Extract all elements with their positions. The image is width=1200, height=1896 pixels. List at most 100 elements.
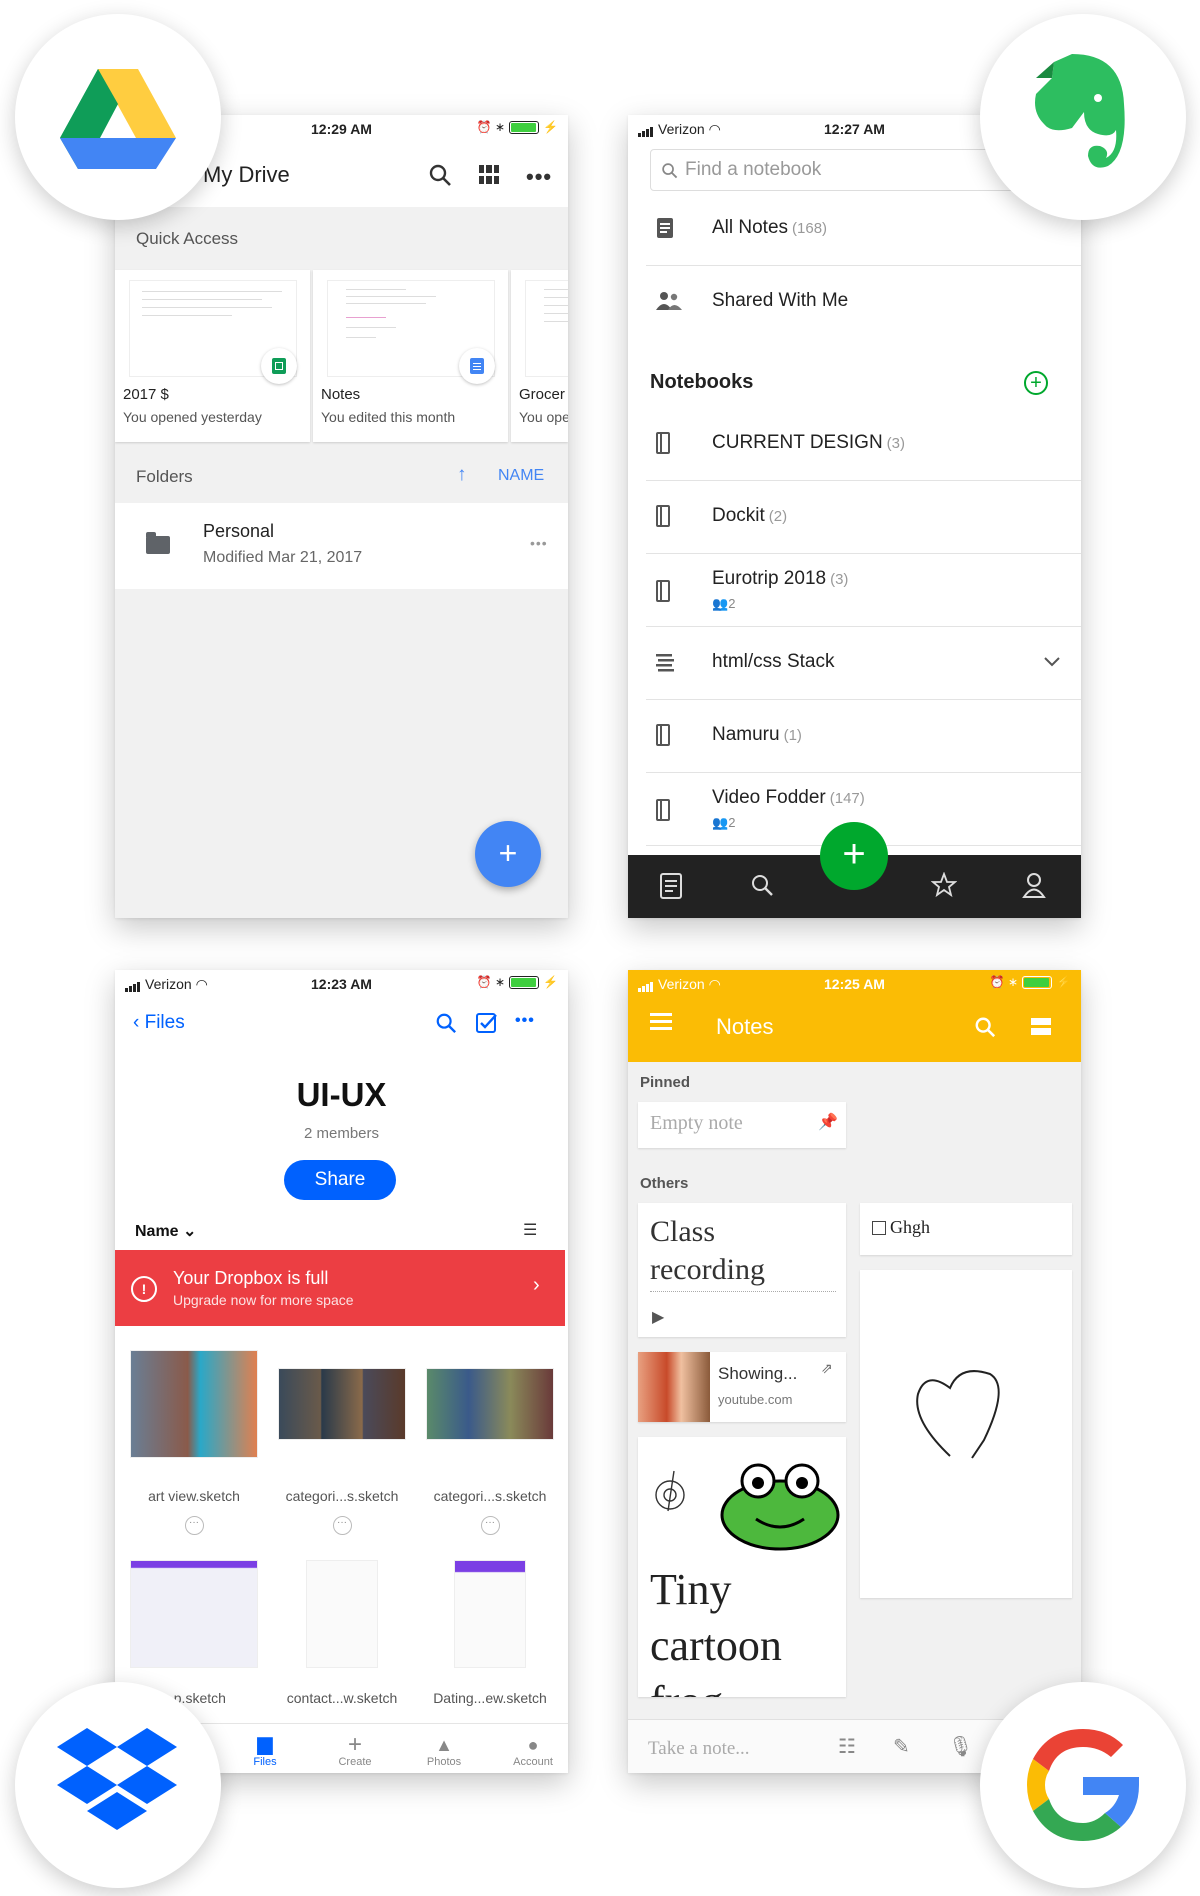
file-more-icon[interactable]: ··· xyxy=(332,1516,352,1535)
more-icon[interactable]: ••• xyxy=(515,1012,535,1030)
sort-arrow-icon[interactable]: ↑ xyxy=(457,464,467,486)
tab-photos[interactable]: ▲ Photos xyxy=(404,1735,484,1768)
file-thumbnail xyxy=(278,1368,406,1440)
audio-note-card[interactable]: Class recording ▶ xyxy=(638,1203,846,1337)
file-more-icon[interactable]: ··· xyxy=(184,1516,204,1535)
page-title: Notes xyxy=(716,1014,774,1039)
shared-with-me-label: Shared With Me xyxy=(712,290,849,311)
back-label: Files xyxy=(144,1012,185,1033)
google-keep-phone: Verizon ◠ 12:25 AM ⏰ ∗ ⚡ Notes Pinned Emp… xyxy=(628,970,1081,1773)
search-icon[interactable] xyxy=(974,1016,996,1038)
list-view-icon[interactable]: ☰ xyxy=(523,1220,537,1240)
pen-icon[interactable]: ✎ xyxy=(893,1734,910,1759)
docs-icon xyxy=(459,348,495,384)
back-button[interactable]: ‹ Files xyxy=(133,1012,185,1034)
file-thumbnail xyxy=(454,1560,526,1668)
add-notebook-icon[interactable]: + xyxy=(1024,371,1048,395)
file-activity: You opened yesterday xyxy=(123,409,262,425)
new-note-button[interactable]: + xyxy=(820,822,888,890)
google-drive-logo xyxy=(15,14,221,220)
evernote-logo xyxy=(980,14,1186,220)
file-activity: You edited this month xyxy=(321,409,456,425)
notebook-icon xyxy=(656,724,670,746)
all-notes-row[interactable]: All Notes (168) xyxy=(646,193,1081,266)
share-button[interactable]: Share xyxy=(284,1160,396,1200)
more-icon[interactable]: ••• xyxy=(526,164,552,190)
banner-subtitle: Upgrade now for more space xyxy=(173,1292,354,1308)
checkbox-icon[interactable] xyxy=(872,1221,886,1235)
select-icon[interactable] xyxy=(476,1012,498,1034)
account-icon: ● xyxy=(527,1735,539,1755)
shared-people-icon: 👥 xyxy=(712,815,729,830)
search-icon[interactable] xyxy=(428,163,452,192)
file-thumbnail xyxy=(130,1350,258,1458)
microphone-icon[interactable]: 🎙 xyxy=(948,1734,973,1759)
tab-account[interactable]: ● Account xyxy=(493,1735,568,1768)
storage-full-banner[interactable]: ! Your Dropbox is full Upgrade now for m… xyxy=(115,1250,565,1326)
link-title: Showing... xyxy=(718,1364,798,1383)
star-tab-icon[interactable] xyxy=(931,872,957,898)
sketch-note-card[interactable] xyxy=(860,1270,1072,1598)
account-tab-icon[interactable] xyxy=(1022,872,1046,898)
tab-files[interactable]: ▆ Files xyxy=(225,1731,305,1768)
page-title: My Drive xyxy=(203,162,290,187)
play-icon[interactable]: ▶ xyxy=(652,1307,664,1327)
alert-icon: ! xyxy=(131,1276,157,1302)
quick-access-card[interactable]: Grocer You ope xyxy=(511,270,568,442)
chevron-down-icon[interactable] xyxy=(1044,657,1060,667)
status-icons: ⏰ ∗ ⚡ xyxy=(476,120,558,134)
file-name: 2017 $ xyxy=(123,386,169,403)
menu-icon[interactable] xyxy=(650,1013,672,1016)
link-thumbnail xyxy=(638,1352,710,1422)
file-name: contact...w.sketch xyxy=(286,1690,398,1706)
pin-icon[interactable]: 📌 xyxy=(818,1112,838,1132)
note-title: Tiny cartoon frog xyxy=(650,1565,782,1697)
link-note-card[interactable]: Showing... youtube.com ⇗ xyxy=(638,1352,846,1422)
doodle-drawing xyxy=(655,1470,685,1512)
quick-access-card[interactable]: Notes You edited this month xyxy=(313,270,508,442)
view-toggle-icon[interactable] xyxy=(1031,1018,1051,1025)
notebook-icon xyxy=(656,580,670,602)
search-icon[interactable] xyxy=(435,1012,457,1034)
notebook-row[interactable]: Eurotrip 2018 (3) 👥2 xyxy=(646,554,1081,627)
notes-tab-icon[interactable] xyxy=(660,873,682,899)
notebook-name: Dockit xyxy=(712,505,765,526)
heart-drawing xyxy=(916,1370,1000,1459)
note-icon xyxy=(657,218,673,238)
notebook-row[interactable]: Dockit (2) xyxy=(646,481,1081,554)
fab-add-button[interactable]: + xyxy=(475,821,541,887)
search-tab-icon[interactable] xyxy=(750,873,774,897)
search-placeholder: Find a notebook xyxy=(685,159,822,180)
notebook-stack-row[interactable]: html/css Stack xyxy=(646,627,1081,700)
file-item[interactable]: categori...s.sketch ··· xyxy=(416,1350,564,1535)
notebook-row[interactable]: CURRENT DESIGN (3) xyxy=(646,408,1081,481)
open-link-icon[interactable]: ⇗ xyxy=(821,1360,833,1377)
pinned-note-card[interactable]: Empty note 📌 xyxy=(638,1102,846,1148)
sort-button[interactable]: NAME xyxy=(498,467,544,485)
google-logo xyxy=(980,1682,1186,1888)
search-icon xyxy=(662,163,678,179)
file-item[interactable]: Dating...ew.sketch xyxy=(416,1560,564,1706)
notebook-row[interactable]: Namuru (1) xyxy=(646,700,1081,773)
grid-view-icon[interactable] xyxy=(479,165,499,190)
file-item[interactable]: categori...s.sketch ··· xyxy=(268,1350,416,1535)
checklist-note-card[interactable]: Ghgh xyxy=(860,1203,1072,1255)
notebook-icon xyxy=(656,799,670,821)
tab-create[interactable]: + Create xyxy=(315,1733,395,1769)
evernote-phone: Verizon ◠ 12:27 AM Find a notebook All N… xyxy=(628,115,1081,918)
take-note-input[interactable]: Take a note... xyxy=(648,1738,750,1760)
folder-modified: Modified Mar 21, 2017 xyxy=(203,549,363,566)
checklist-icon[interactable]: ☷ xyxy=(838,1734,856,1759)
file-item[interactable]: contact...w.sketch xyxy=(268,1560,416,1706)
file-name: categori...s.sketch xyxy=(285,1488,399,1504)
shared-with-me-row[interactable]: Shared With Me xyxy=(646,266,1081,338)
folders-label: Folders xyxy=(136,467,193,486)
file-item[interactable]: art view.sketch ··· xyxy=(120,1350,268,1535)
sort-button[interactable]: Name ⌄ xyxy=(135,1221,196,1241)
drawing-note-card[interactable]: Tiny cartoon frog xyxy=(638,1437,846,1697)
quick-access-card[interactable]: 2017 $ You opened yesterday xyxy=(115,270,310,442)
file-more-icon[interactable]: ··· xyxy=(480,1516,500,1535)
folder-row[interactable]: Personal Modified Mar 21, 2017 ••• xyxy=(115,503,568,589)
folder-more-icon[interactable]: ••• xyxy=(530,535,548,551)
folder-title: UI-UX xyxy=(296,1076,387,1113)
